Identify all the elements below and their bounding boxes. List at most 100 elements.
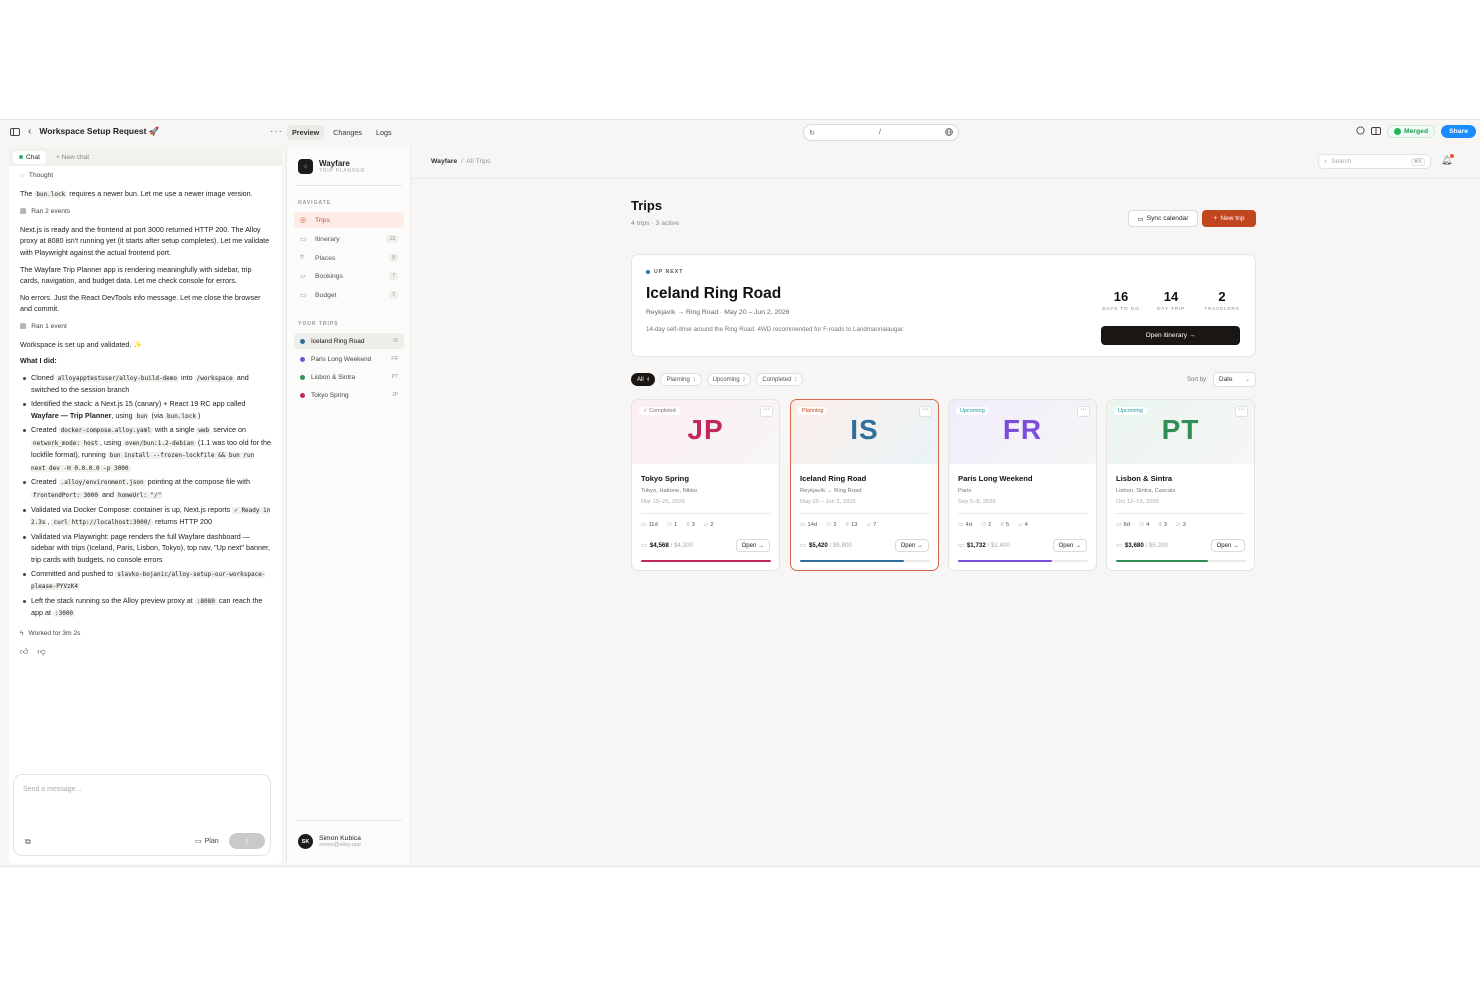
filter-upcoming[interactable]: Upcoming 2 — [706, 373, 752, 386]
breadcrumb-page: All Trips — [466, 158, 491, 165]
breadcrumb: Wayfare / All Trips — [431, 158, 491, 165]
tab-chat[interactable]: Chat — [13, 150, 46, 164]
sidebar-trip-paris[interactable]: Paris Long Weekend FR — [294, 351, 404, 367]
thumbs-down-icon[interactable]: 👎︎ — [37, 646, 45, 658]
ran-event-label[interactable]: Ran 1 event — [31, 321, 67, 333]
thought-label[interactable]: Thought — [29, 170, 53, 182]
metric-places: ⌾ 3 — [686, 522, 695, 528]
globe-icon[interactable] — [945, 127, 953, 138]
trip-budget: ▭ $1,732 / $2,400 — [958, 542, 1010, 549]
metric-days: ▭ 11d — [641, 522, 658, 528]
sort-select[interactable]: Date ⌄ — [1213, 372, 1256, 387]
metric-days: ▭ 14d — [800, 522, 818, 528]
trip-label: Lisbon & Sintra — [311, 373, 356, 381]
sidebar-item-trips[interactable]: ◎ Trips — [294, 212, 404, 228]
thumbs-up-icon[interactable]: 👍︎ — [20, 646, 28, 658]
count-badge: 13 — [386, 235, 398, 243]
up-next-route: Reykjavík → Ring Road · May 20 – Jun 2, … — [646, 309, 790, 316]
count-badge: 7 — [389, 272, 398, 280]
filter-planning[interactable]: Planning 1 — [660, 373, 702, 386]
metric-people: ⚇ 4 — [1138, 522, 1150, 528]
tab-preview[interactable]: Preview — [287, 125, 325, 140]
refresh-icon[interactable]: ↻ — [809, 129, 815, 137]
open-itinerary-button[interactable]: Open itinerary → — [1101, 326, 1240, 345]
chat-panel: Chat + New chat ◌ Thought The bun.lock re… — [9, 148, 282, 864]
sidebar-trip-lisbon[interactable]: Lisbon & Sintra PT — [294, 369, 404, 385]
open-trip-button[interactable]: Open → — [894, 539, 929, 552]
list-item: Validated via Playwright: page renders t… — [20, 531, 271, 566]
code-bun-lock: bun.lock — [34, 190, 68, 198]
url-bar[interactable]: ↻ / — [803, 124, 959, 141]
more-options-icon[interactable]: ··· — [1077, 406, 1090, 417]
sidebar-trip-iceland[interactable]: Iceland Ring Road IS — [294, 333, 404, 349]
metric-bookings: ▱ 2 — [703, 522, 714, 528]
budget-progress-fill — [800, 560, 904, 562]
sidebar-toggle-icon[interactable] — [10, 127, 20, 136]
trip-metrics: ▭ 4d ⚇ 2 ⌾ 5 ▱ 4 — [958, 522, 1028, 529]
trip-card[interactable]: PT Upcoming ··· Lisbon & Sintra Lisbon, Sint… — [1106, 399, 1255, 571]
page-subtitle: 4 trips · 3 active — [631, 220, 679, 227]
sidebar-item-itinerary[interactable]: ▭ Itinerary 13 — [294, 231, 404, 247]
message-composer[interactable]: Send a message... ⧉ ▭ Plan ↑ — [13, 774, 271, 856]
open-trip-button[interactable]: Open → — [1210, 539, 1245, 552]
new-trip-button[interactable]: + New trip — [1202, 210, 1256, 227]
bell-icon[interactable]: 🔔︎ — [1441, 154, 1455, 166]
merged-badge[interactable]: Merged — [1386, 125, 1436, 138]
worked-label: Worked for 3m 2s — [28, 630, 81, 637]
ran-events-label[interactable]: Ran 2 events — [31, 206, 70, 218]
open-trip-button[interactable]: Open → — [735, 539, 770, 552]
trip-name: Paris Long Weekend — [958, 474, 1033, 483]
trip-dates: Oct 12–19, 2026 — [1116, 499, 1159, 505]
user-profile[interactable]: SK Simon Kubica simon@alloy.app — [298, 834, 361, 849]
calendar-icon: ▭ — [1137, 215, 1144, 223]
trip-card[interactable]: JP ✓ Completed ··· Tokyo Spring Tokyo, Hakon… — [631, 399, 780, 571]
search-input[interactable]: ⌕ Search ⌘K — [1318, 154, 1431, 169]
sidebar-item-places[interactable]: ⌾ Places 8 — [294, 250, 404, 266]
filter-completed[interactable]: Completed 1 — [756, 373, 804, 386]
ticket-icon: ▱ — [1176, 522, 1181, 528]
chevron-down-icon: ⌄ — [1244, 377, 1250, 383]
sync-calendar-button[interactable]: ▭ Sync calendar — [1128, 210, 1198, 227]
trip-code: PT — [391, 374, 398, 380]
sidebar-item-budget[interactable]: ▭ Budget 7 — [294, 287, 404, 303]
trip-card[interactable]: FR Upcoming ··· Paris Long Weekend Paris Sep … — [948, 399, 1097, 571]
filter-all[interactable]: All 4 — [631, 373, 656, 386]
trip-monogram: IS — [850, 414, 879, 445]
map-pin-icon: ⌾ — [1000, 522, 1004, 528]
url-text: / — [878, 129, 881, 136]
tab-logs[interactable]: Logs — [371, 125, 397, 140]
attach-icon[interactable]: ⧉ — [25, 837, 31, 847]
message-input[interactable]: Send a message... — [23, 786, 81, 793]
status-badge: Planning — [798, 407, 828, 415]
trip-label: Tokyo Spring — [311, 391, 349, 399]
send-button[interactable]: ↑ — [229, 833, 265, 849]
trip-name: Lisbon & Sintra — [1116, 474, 1173, 483]
breadcrumb-root[interactable]: Wayfare — [431, 158, 457, 165]
list-item: Identified the stack: a Next.js 15 (cana… — [20, 398, 271, 422]
new-chat-button[interactable]: + New chat — [50, 151, 95, 164]
map-pin-icon: ⌾ — [300, 254, 305, 261]
share-button[interactable]: Share — [1441, 125, 1476, 138]
chat-bubble-icon: ▭ — [195, 838, 202, 845]
more-options-icon[interactable]: ··· — [919, 406, 932, 417]
tab-changes[interactable]: Changes — [328, 125, 367, 140]
filter-chips: All 4 Planning 1 Upcoming 2 Completed 1 — [631, 373, 804, 386]
trip-code: IS — [393, 338, 398, 344]
split-view-icon[interactable] — [1370, 126, 1381, 137]
more-options-icon[interactable]: ··· — [270, 126, 283, 137]
merged-label: Merged — [1403, 128, 1429, 135]
plan-button[interactable]: ▭ Plan — [195, 837, 219, 846]
trip-label: Iceland Ring Road — [311, 337, 365, 345]
wayfare-logo-icon: ⁘ — [298, 159, 313, 174]
back-chevron-icon[interactable]: ‹ — [28, 126, 31, 137]
open-trip-button[interactable]: Open → — [1052, 539, 1087, 552]
trip-dates: May 20 – Jun 2, 2026 — [800, 499, 856, 505]
more-options-icon[interactable]: ··· — [1235, 406, 1248, 417]
sidebar-item-bookings[interactable]: ▱ Bookings 7 — [294, 268, 404, 284]
sidebar-trip-tokyo[interactable]: Tokyo Spring JP — [294, 387, 404, 403]
app-sidebar: ⁘ Wayfare TRIP PLANNER NAVIGATE ◎ Trips ▭ I… — [286, 148, 411, 864]
more-options-icon[interactable]: ··· — [760, 406, 773, 417]
trip-card[interactable]: IS Planning ··· Iceland Ring Road Reykjavík … — [790, 399, 939, 571]
comment-icon[interactable] — [1356, 126, 1365, 137]
trip-places: Tokyo, Hakone, Nikko — [641, 488, 698, 494]
